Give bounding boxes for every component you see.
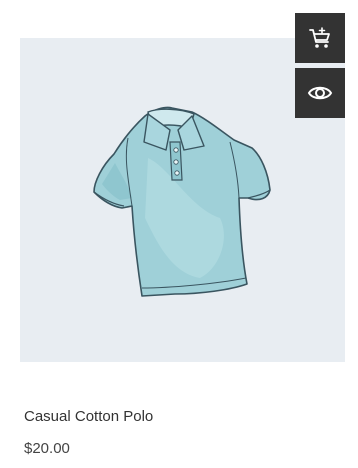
add-to-cart-button[interactable]: [295, 13, 345, 63]
product-card: Casual Cotton Polo $20.00: [0, 0, 358, 468]
eye-icon: [307, 86, 333, 100]
product-title[interactable]: Casual Cotton Polo: [24, 408, 153, 425]
quick-view-button[interactable]: [295, 68, 345, 118]
product-price: $20.00: [24, 440, 70, 457]
cart-plus-icon: [309, 27, 330, 48]
